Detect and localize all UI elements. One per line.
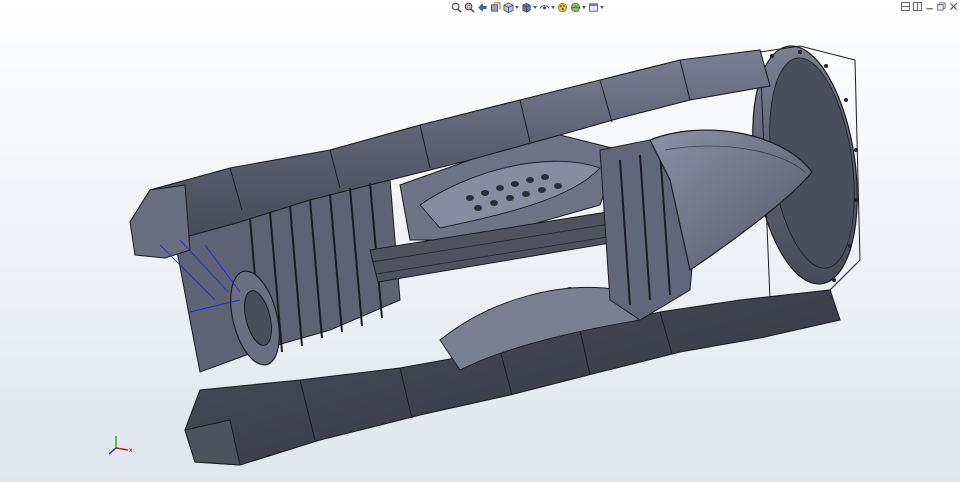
triad-x-label: x: [129, 447, 133, 454]
triad-x-axis: [115, 447, 129, 451]
engine-section-model[interactable]: [0, 0, 960, 482]
graphics-viewport[interactable]: x: [0, 0, 960, 482]
triad-z-axis: [108, 447, 117, 455]
reference-triad: x: [108, 436, 133, 455]
